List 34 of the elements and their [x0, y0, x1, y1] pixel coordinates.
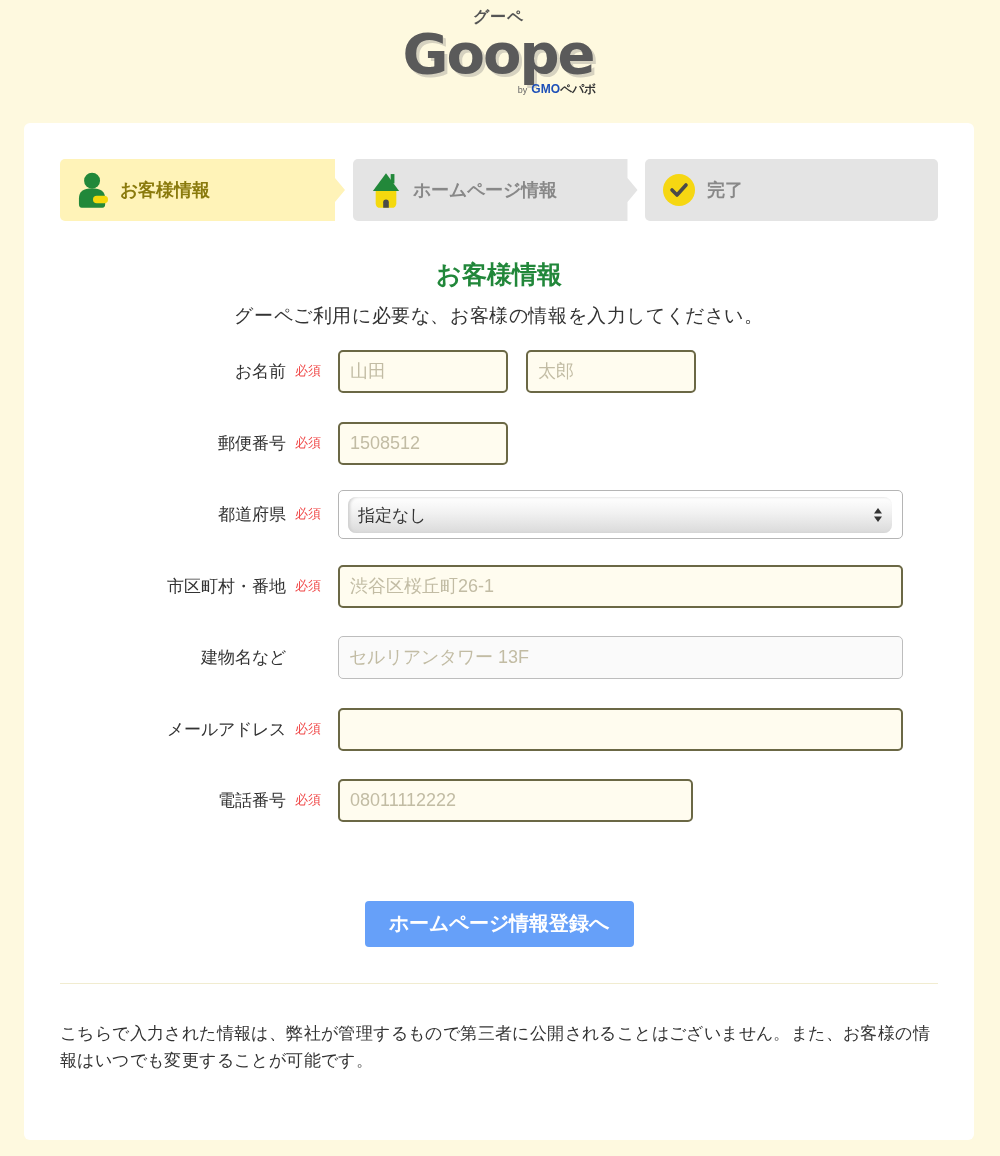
input-field[interactable]: 1508512	[338, 421, 508, 465]
updown-arrows-icon	[874, 508, 882, 523]
logo-kana-text: グーペ	[472, 7, 524, 27]
required-tag: 必須	[295, 720, 321, 738]
field-label: 市区町村・番地	[166, 575, 286, 598]
privacy-note: こちらで入力された情報は、弊社が管理するもので第三者に公開されることはございません。また、お客様の情報はいつでも変更することが可能です。	[60, 1022, 931, 1072]
required-tag: 必須	[295, 577, 321, 595]
field-label: 建物名など	[200, 647, 286, 670]
field-label: 都道府県	[217, 504, 286, 527]
logo-wordmark: Goope	[402, 24, 594, 84]
input-field[interactable]: 山田	[338, 350, 508, 394]
field-label: 郵便番号	[217, 432, 286, 455]
step-label: お客様情報	[120, 179, 210, 202]
step-label: 完了	[707, 179, 743, 202]
step-label: ホームページ情報	[412, 179, 557, 202]
byline-text: by	[517, 85, 528, 97]
person-icon	[78, 172, 108, 208]
input-field[interactable]: セルリアンタワー 13F	[338, 636, 903, 680]
intro-text: グーペご利用に必要な、お客様の情報を入力してください。	[233, 304, 765, 328]
required-tag: 必須	[295, 363, 321, 381]
select-field[interactable]: 指定なし	[338, 490, 903, 540]
field-label: 電話番号	[217, 790, 286, 813]
input-field[interactable]: 太郎	[526, 350, 696, 394]
required-tag: 必須	[295, 434, 321, 452]
input-field[interactable]	[338, 707, 903, 751]
field-label: お名前	[234, 361, 286, 384]
field-label: メールアドレス	[166, 718, 286, 741]
check-circle-icon	[663, 174, 695, 206]
required-tag: 必須	[295, 792, 321, 810]
section-heading: お客様情報	[435, 259, 563, 290]
house-icon	[370, 172, 401, 208]
required-tag: 必須	[295, 506, 321, 524]
input-field[interactable]: 08011112222	[338, 779, 693, 823]
input-field[interactable]: 渋谷区桜丘町26-1	[338, 564, 903, 608]
